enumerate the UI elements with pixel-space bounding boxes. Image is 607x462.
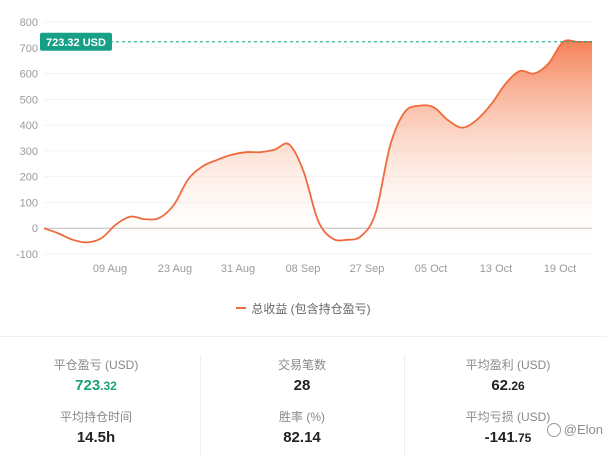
x-tick-label: 27 Sep	[350, 263, 385, 275]
y-tick-label: 200	[20, 172, 38, 184]
x-tick-label: 13 Oct	[480, 263, 512, 275]
stat-avg-hold-time: 平均持仓时间 14.5h	[16, 409, 176, 448]
y-axis: 800 700 600 500 400 300 200 100 0 -100	[16, 17, 38, 261]
stat-label: 胜率 (%)	[279, 410, 325, 424]
y-tick-label: 500	[20, 94, 38, 106]
x-tick-label: 19 Oct	[544, 263, 576, 275]
y-tick-label: -100	[16, 249, 38, 261]
y-tick-label: 300	[20, 146, 38, 158]
column-divider	[200, 355, 201, 457]
legend-label: 总收益 (包含持仓盈亏)	[251, 301, 371, 316]
stat-value: 723.32	[16, 376, 176, 396]
legend-line-icon	[236, 307, 247, 309]
x-tick-label: 31 Aug	[221, 263, 255, 275]
stat-label: 平仓盈亏 (USD)	[53, 358, 139, 372]
stat-label: 平均持仓时间	[59, 410, 132, 424]
stat-label: 平均盈利 (USD)	[465, 358, 551, 372]
stat-value-int: 723	[75, 377, 101, 394]
stat-win-rate: 胜率 (%) 82.14	[222, 409, 382, 448]
stat-value-dec: .32	[100, 379, 117, 393]
stat-label: 交易笔数	[277, 358, 326, 372]
stat-closed-pnl: 平仓盈亏 (USD) 723.32	[16, 357, 176, 396]
stat-value: 14.5h	[76, 429, 116, 446]
stat-trade-count: 交易笔数 28	[222, 357, 382, 396]
x-tick-label: 23 Aug	[158, 263, 192, 275]
x-tick-label: 09 Aug	[93, 263, 127, 275]
stat-value: 82.14	[283, 429, 321, 446]
stat-avg-profit: 平均盈利 (USD) 62.26	[428, 357, 588, 396]
stat-value-dec: .75	[514, 431, 532, 445]
current-value-label: 723.32 USD	[46, 37, 106, 49]
y-tick-label: 100	[20, 197, 38, 209]
stat-value-int: 62	[491, 377, 508, 394]
x-tick-label: 08 Sep	[286, 263, 321, 275]
stats-panel: 平仓盈亏 (USD) 723.32 平均持仓时间 14.5h 交易笔数 28 胜…	[0, 337, 607, 462]
x-tick-label: 05 Oct	[415, 263, 447, 275]
y-tick-label: 400	[20, 120, 38, 132]
y-tick-label: 700	[20, 43, 38, 55]
watermark-text: @Elon	[563, 422, 603, 437]
stat-value: 62.26	[428, 376, 588, 396]
x-axis: 09 Aug 23 Aug 31 Aug 08 Sep 27 Sep 05 Oct 13 O…	[93, 263, 576, 275]
stat-value-int: -141	[484, 429, 515, 446]
y-tick-label: 800	[20, 17, 38, 29]
stat-value-dec: .26	[508, 379, 525, 393]
column-divider	[404, 355, 405, 457]
pnl-chart: 800 700 600 500 400 300 200 100 0 -100 723.32 USD…	[16, 17, 592, 275]
watermark-logo-icon	[546, 422, 561, 437]
y-tick-label: 600	[20, 69, 38, 81]
stat-value: 28	[293, 377, 311, 394]
y-tick-label: 0	[32, 223, 38, 235]
chart-legend[interactable]: 总收益 (包含持仓盈亏)	[0, 300, 607, 316]
current-value-badge: 723.32 USD	[40, 32, 112, 51]
watermark: @Elon	[546, 422, 603, 437]
